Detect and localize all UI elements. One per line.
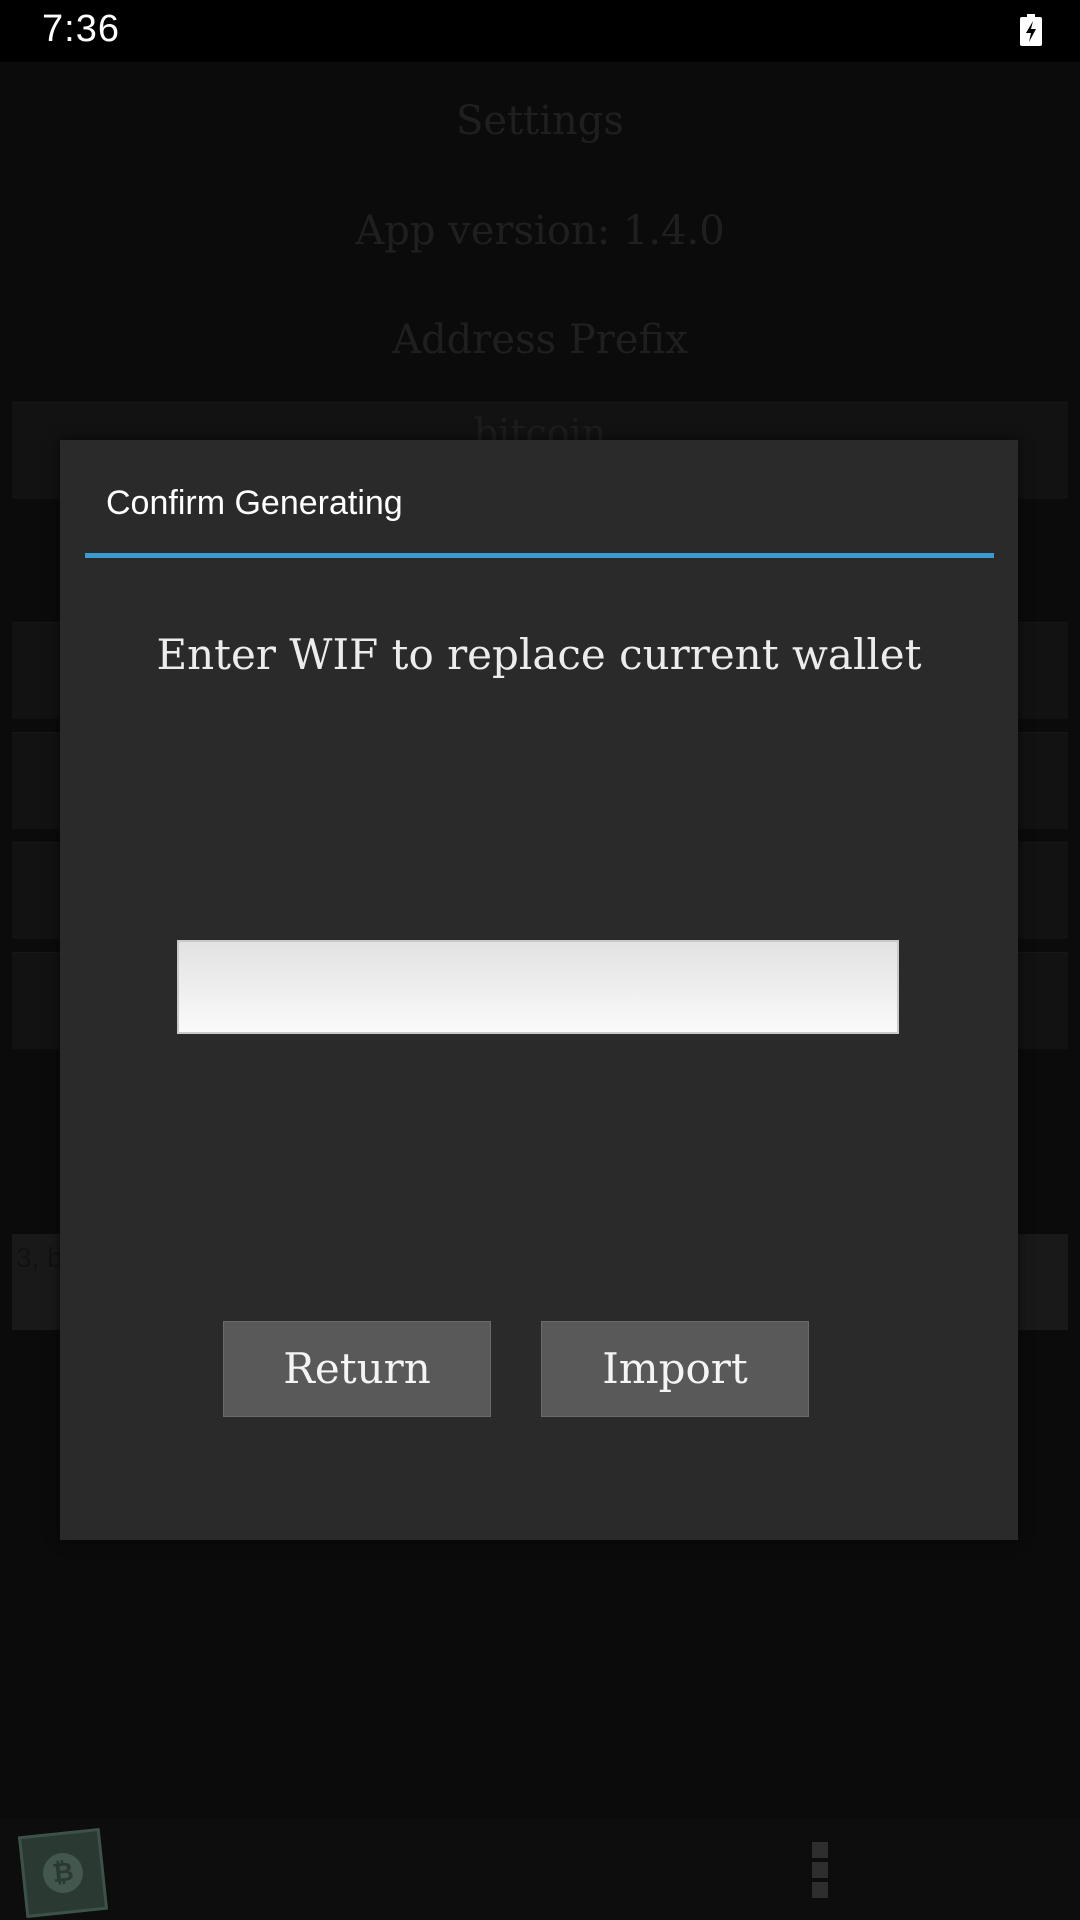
bitcoin-wallet-icon[interactable]: ₿ <box>17 1827 109 1919</box>
dialog-title-divider <box>85 553 994 558</box>
wif-input[interactable] <box>177 940 899 1034</box>
status-time: 7:36 <box>42 8 120 50</box>
dialog-message: Enter WIF to replace current wallet <box>156 630 922 679</box>
overflow-menu-icon[interactable] <box>812 1842 828 1898</box>
return-button[interactable]: Return <box>223 1321 491 1417</box>
dialog-title: Confirm Generating <box>106 484 403 522</box>
bitcoin-icon: ₿ <box>41 1851 85 1895</box>
battery-charging-icon <box>1020 14 1042 46</box>
status-bar: 7:36 <box>0 0 1080 62</box>
bottom-bar: ₿ <box>0 1818 1080 1920</box>
confirm-generating-dialog: Confirm Generating Enter WIF to replace … <box>60 440 1018 1540</box>
import-button[interactable]: Import <box>541 1321 809 1417</box>
